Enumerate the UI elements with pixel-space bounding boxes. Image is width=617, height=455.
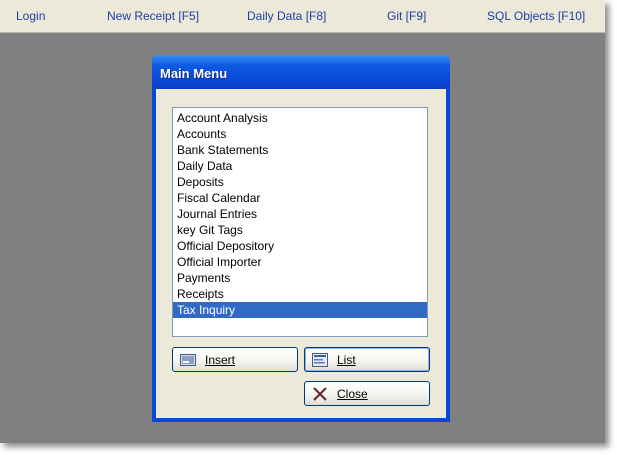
list-item[interactable]: Payments — [173, 270, 427, 286]
list-item[interactable]: Deposits — [173, 174, 427, 190]
list-item[interactable]: Bank Statements — [173, 142, 427, 158]
close-x-icon — [313, 387, 327, 401]
insert-button-label: Insert — [205, 353, 236, 367]
list-item-selected[interactable]: Tax Inquiry — [173, 302, 427, 318]
main-menu-dialog: Main Menu Account Analysis Accounts Bank… — [152, 55, 450, 422]
list-item[interactable]: Accounts — [173, 126, 427, 142]
dialog-title-bar[interactable]: Main Menu — [152, 55, 450, 89]
app-window: Login New Receipt [F5] Daily Data [F8] G… — [0, 0, 605, 443]
dialog-title: Main Menu — [160, 66, 228, 81]
menu-listbox[interactable]: Account Analysis Accounts Bank Statement… — [172, 107, 428, 337]
list-item[interactable]: Account Analysis — [173, 110, 427, 126]
dialog-body: Account Analysis Accounts Bank Statement… — [156, 89, 446, 418]
insert-button[interactable]: Insert — [172, 347, 298, 372]
menu-item-git[interactable]: Git [F9] — [387, 9, 426, 23]
menu-item-login[interactable]: Login — [16, 9, 45, 23]
list-item[interactable]: Receipts — [173, 286, 427, 302]
list-item[interactable]: Official Importer — [173, 254, 427, 270]
list-item[interactable]: key Git Tags — [173, 222, 427, 238]
list-icon — [312, 353, 328, 367]
list-button[interactable]: List — [304, 347, 430, 372]
insert-icon — [180, 354, 196, 366]
menu-item-new-receipt[interactable]: New Receipt [F5] — [107, 9, 199, 23]
menu-item-daily-data[interactable]: Daily Data [F8] — [247, 9, 326, 23]
menu-item-sql-objects[interactable]: SQL Objects [F10] — [487, 9, 585, 23]
close-button-label: Close — [337, 387, 368, 401]
list-item[interactable]: Journal Entries — [173, 206, 427, 222]
menu-bar: Login New Receipt [F5] Daily Data [F8] G… — [0, 0, 605, 33]
list-item[interactable]: Daily Data — [173, 158, 427, 174]
list-item[interactable]: Official Depository — [173, 238, 427, 254]
list-item[interactable]: Fiscal Calendar — [173, 190, 427, 206]
list-button-label: List — [337, 353, 356, 367]
close-button[interactable]: Close — [304, 381, 430, 406]
